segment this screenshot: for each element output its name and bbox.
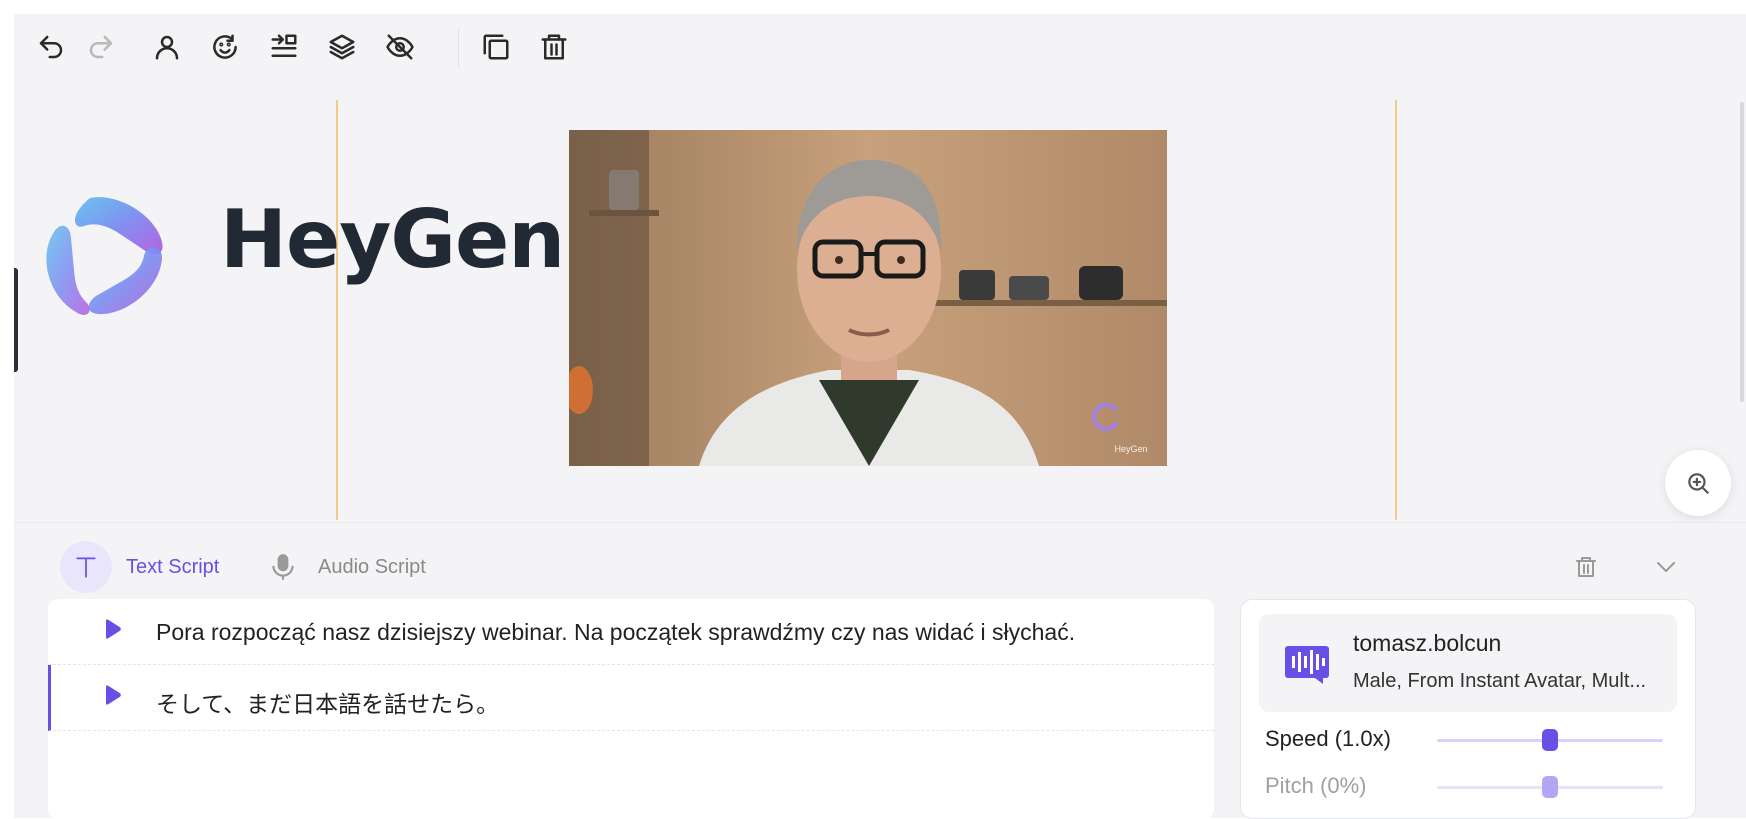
heygen-logo[interactable]: HeyGen (38, 190, 565, 330)
tab-audio-script-label: Audio Script (318, 555, 426, 578)
copy-icon (483, 34, 509, 60)
script-editor[interactable]: Pora rozpocząć nasz dzisiejszy webinar. … (48, 599, 1214, 819)
text-icon (60, 541, 112, 593)
pitch-slider-thumb[interactable] (1542, 776, 1558, 798)
avatar-button[interactable] (148, 28, 186, 66)
align-button[interactable] (265, 28, 303, 66)
guide-line-right (1395, 100, 1397, 520)
tab-text-script[interactable]: Text Script (60, 541, 219, 593)
redo-button[interactable] (82, 28, 120, 66)
script-line-1[interactable]: Pora rozpocząć nasz dzisiejszy webinar. … (48, 599, 1214, 665)
align-icon (271, 34, 297, 57)
voice-settings-card: tomasz.bolcun Male, From Instant Avatar,… (1240, 599, 1696, 819)
script-line-text[interactable]: そして、まだ日本語を話せたら。 (156, 685, 499, 719)
layers-button[interactable] (323, 28, 361, 66)
delete-script-button[interactable] (1570, 551, 1602, 583)
trash-icon (1576, 557, 1596, 577)
chevron-down-icon (1657, 562, 1675, 572)
pitch-label: Pitch (0%) (1265, 773, 1367, 798)
video-canvas[interactable]: HeyGen HeyGen (14, 82, 1746, 522)
logo-text: HeyGen (220, 193, 565, 286)
speed-slider-row: Speed (1.0x) (1265, 724, 1675, 756)
play-icon[interactable] (100, 683, 124, 707)
voice-description: Male, From Instant Avatar, Mult... (1353, 670, 1647, 692)
eye-off-icon (386, 34, 414, 60)
face-button[interactable] (206, 28, 244, 66)
pitch-slider-row: Pitch (0%) (1265, 771, 1675, 803)
toolbar (14, 14, 1746, 82)
collapse-panel-button[interactable] (1650, 551, 1682, 583)
delete-button[interactable] (535, 28, 573, 66)
play-icon[interactable] (100, 617, 124, 641)
script-line-text[interactable]: Pora rozpocząć nasz dzisiejszy webinar. … (156, 619, 1075, 646)
zoom-in-icon (1688, 473, 1709, 494)
speed-slider-thumb[interactable] (1542, 729, 1558, 751)
redo-icon (89, 35, 113, 59)
canvas-scrollbar[interactable] (1740, 102, 1744, 402)
avatar-video[interactable]: HeyGen (569, 130, 1167, 466)
speed-label: Speed (1.0x) (1265, 726, 1391, 751)
canvas-edge-handle[interactable] (14, 268, 18, 372)
face-icon (213, 34, 237, 59)
toolbar-divider (458, 28, 459, 68)
undo-icon (39, 35, 63, 59)
pitch-slider[interactable] (1437, 776, 1663, 798)
heygen-logo-icon (46, 197, 163, 315)
microphone-icon (272, 554, 294, 580)
person-icon (155, 35, 179, 60)
avatar-video-frame: HeyGen (569, 130, 1167, 466)
speed-slider[interactable] (1437, 729, 1663, 751)
tab-text-script-label: Text Script (126, 555, 220, 578)
hide-button[interactable] (381, 28, 419, 66)
tab-audio-script[interactable]: Audio Script (270, 541, 426, 593)
video-watermark: HeyGen (1114, 444, 1147, 454)
layers-icon (329, 34, 355, 60)
voice-name: tomasz.bolcun (1353, 630, 1502, 656)
undo-button[interactable] (32, 28, 70, 66)
zoom-in-button[interactable] (1665, 450, 1731, 516)
voice-selector[interactable]: tomasz.bolcun Male, From Instant Avatar,… (1259, 614, 1677, 712)
duplicate-button[interactable] (477, 28, 515, 66)
script-panel: Text Script Audio Script Pora rozpocząć … (14, 522, 1746, 819)
script-line-2[interactable]: そして、まだ日本語を話せたら。 (48, 665, 1214, 731)
trash-icon (541, 34, 567, 60)
voice-wave-icon (1285, 646, 1329, 684)
editor-app: HeyGen HeyGen Text Script Audio Script P… (14, 14, 1746, 819)
